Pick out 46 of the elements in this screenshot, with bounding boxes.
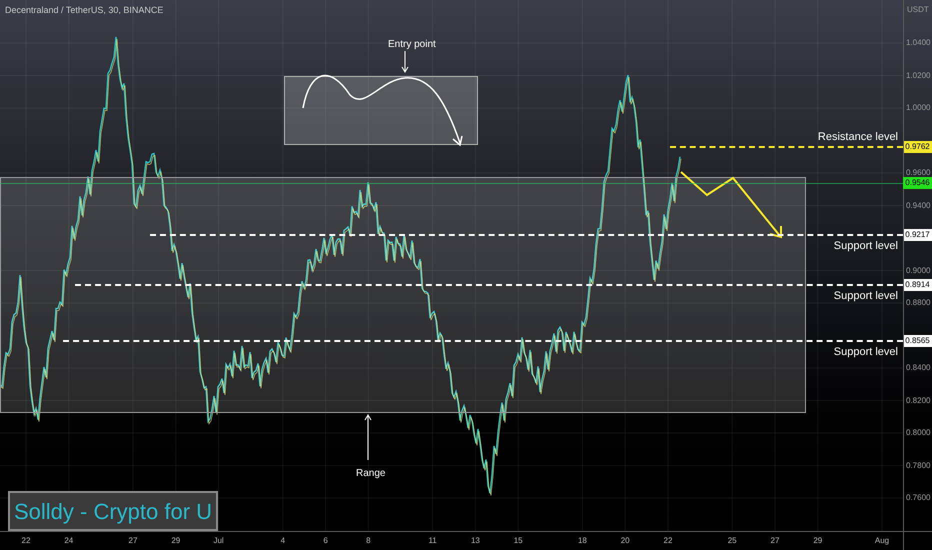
price-tick-label: 0.7600 [906,493,930,503]
time-tick-label: 11 [428,535,437,547]
range-label: Range [356,467,386,481]
price-tick-label: 1.0000 [906,103,930,113]
chart-title: Decentraland / TetherUS, 30, BINANCE [5,4,164,17]
time-tick-label: 24 [64,535,74,547]
time-tick-label: 29 [813,535,822,547]
price-tick-label: 1.0200 [906,70,930,80]
entry-point-label: Entry point [388,38,436,52]
price-tick-label: 0.8000 [906,428,930,438]
time-tick-label: 25 [728,535,737,547]
time-tick-label: 29 [171,535,180,547]
time-tick-label: 8 [366,535,371,547]
time-tick-label: 20 [620,535,630,547]
time-tick-label: 4 [280,535,286,547]
price-tag: 0.9217 [903,229,932,242]
axis-unit-label: USDT [907,4,929,16]
time-tick-label: 22 [22,535,30,547]
time-tick-label: 27 [128,535,138,547]
current-price-tag: 0.9546 [903,177,932,189]
time-tick-label: 27 [770,535,780,547]
price-tag: 0.9762 [903,140,932,153]
down-arrow-icon [401,51,409,73]
price-tick-label: 0.8400 [906,363,930,373]
price-tick-label: 0.9600 [906,168,930,178]
price-tag: 0.8914 [903,278,932,290]
price-tick-label: 0.7800 [906,460,930,470]
time-tick-label: 22 [664,535,672,547]
time-tick-label: 6 [323,535,328,547]
time-tick-label: 15 [514,535,523,547]
branding-label: Solldy - Crypto for U [8,491,218,531]
price-tick-label: 0.8800 [906,298,930,308]
price-tick-label: 1.0400 [906,38,930,48]
time-tick-label: Aug [874,535,890,547]
time-tick-label: 18 [578,535,587,547]
price-tick-label: 0.8200 [906,396,930,406]
price-tick-label: 0.9000 [906,266,930,276]
up-arrow-icon [364,414,372,460]
price-tick-label: 0.9400 [906,200,930,210]
support-level-label: Support level [834,288,898,304]
time-tick-label: 13 [470,535,480,547]
support-level-label: Support level [834,345,898,360]
support-level-label: Support level [834,239,898,254]
resistance-level-label: Resistance level [818,130,898,145]
time-tick-label: Jul [213,535,224,547]
price-tag: 0.8565 [903,335,932,348]
